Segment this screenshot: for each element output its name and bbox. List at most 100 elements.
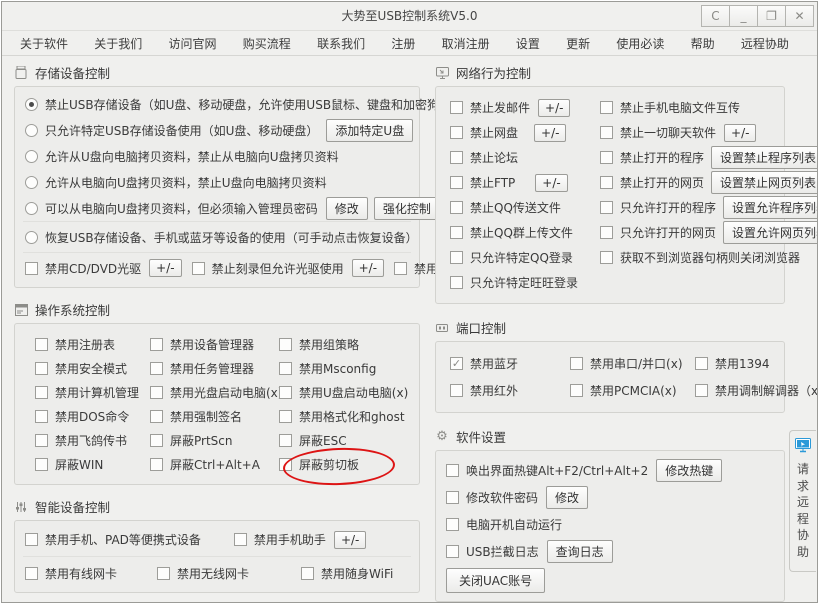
checkbox[interactable] — [450, 126, 463, 139]
add-specific-usb-button[interactable]: 添加特定U盘 — [326, 119, 413, 142]
close-icon[interactable]: ✕ — [785, 5, 814, 27]
checkbox[interactable] — [450, 251, 463, 264]
set-allowed-programs-button[interactable]: 设置允许程序列表 — [723, 196, 818, 219]
checkbox[interactable] — [600, 101, 613, 114]
radio-allow-specific-usb[interactable] — [25, 124, 38, 137]
checkbox[interactable] — [35, 410, 48, 423]
plus-minus-button[interactable]: +/- — [538, 99, 570, 117]
checkbox[interactable] — [35, 362, 48, 375]
checkbox-no-burn-allow-drive[interactable] — [192, 262, 205, 275]
set-allowed-webpages-button[interactable]: 设置允许网页列表 — [723, 221, 818, 244]
radio-copy-with-password[interactable] — [25, 202, 38, 215]
checkbox[interactable] — [150, 386, 163, 399]
remote-assist-label: 请求远程协助 — [796, 461, 810, 560]
checkbox[interactable] — [450, 226, 463, 239]
checkbox-disable-wired-nic[interactable] — [25, 567, 38, 580]
checkbox-disable-cddvd[interactable] — [25, 262, 38, 275]
radio-usb-to-pc-only[interactable] — [25, 150, 38, 163]
checkbox-disable-portable-wifi[interactable] — [301, 567, 314, 580]
menu-purchase[interactable]: 购买流程 — [243, 35, 291, 52]
checkbox-label: 禁止论坛 — [470, 149, 518, 166]
modify-hotkey-button[interactable]: 修改热键 — [656, 459, 722, 482]
menu-update[interactable]: 更新 — [566, 35, 590, 52]
checkbox[interactable] — [450, 176, 463, 189]
checkbox[interactable] — [450, 384, 463, 397]
checkbox-disable-floppy[interactable] — [394, 262, 407, 275]
checkbox-autorun[interactable] — [446, 518, 459, 531]
radio-label: 只允许特定USB存储设备使用（如U盘、移动硬盘） — [45, 122, 318, 139]
menu-help[interactable]: 帮助 — [691, 35, 715, 52]
checkbox[interactable] — [450, 201, 463, 214]
plus-minus-button[interactable]: +/- — [535, 174, 567, 192]
set-blocked-programs-button[interactable]: 设置禁止程序列表 — [711, 146, 818, 169]
checkbox-disable-bluetooth[interactable]: ✓ — [450, 357, 463, 370]
modify-password-button[interactable]: 修改 — [326, 197, 368, 220]
checkbox-disable-wireless-nic[interactable] — [157, 567, 170, 580]
checkbox[interactable] — [150, 458, 163, 471]
checkbox-disable-phone-assistant[interactable] — [234, 533, 247, 546]
checkbox[interactable] — [600, 226, 613, 239]
checkbox-change-password[interactable] — [446, 491, 459, 504]
plus-minus-button[interactable]: +/- — [149, 259, 181, 277]
radio-restore-usb-devices[interactable] — [25, 231, 38, 244]
plus-minus-button[interactable]: +/- — [334, 531, 366, 549]
remote-assist-tab[interactable]: 请求远程协助 — [789, 430, 816, 572]
checkbox[interactable] — [150, 338, 163, 351]
checkbox[interactable] — [600, 151, 613, 164]
query-log-button[interactable]: 查询日志 — [547, 540, 613, 563]
plus-minus-button[interactable]: +/- — [724, 124, 756, 142]
checkbox[interactable] — [35, 338, 48, 351]
checkbox[interactable] — [150, 362, 163, 375]
checkbox-label: 禁止QQ传送文件 — [470, 199, 561, 216]
checkbox[interactable] — [279, 434, 292, 447]
set-blocked-webpages-button[interactable]: 设置禁止网页列表 — [711, 171, 818, 194]
checkbox[interactable] — [695, 357, 708, 370]
menu-remote-assist[interactable]: 远程协助 — [741, 35, 789, 52]
checkbox[interactable] — [150, 434, 163, 447]
checkbox[interactable] — [600, 201, 613, 214]
minimize-icon[interactable]: _ — [729, 5, 758, 27]
menu-register[interactable]: 注册 — [391, 35, 415, 52]
checkbox[interactable] — [600, 126, 613, 139]
checkbox[interactable] — [450, 276, 463, 289]
radio-disable-usb-storage[interactable] — [25, 98, 38, 111]
checkbox[interactable] — [450, 151, 463, 164]
menu-visit-site[interactable]: 访问官网 — [169, 35, 217, 52]
checkbox[interactable] — [570, 357, 583, 370]
checkbox[interactable] — [279, 458, 292, 471]
menu-settings[interactable]: 设置 — [516, 35, 540, 52]
menu-unregister[interactable]: 取消注册 — [442, 35, 490, 52]
checkbox[interactable] — [150, 410, 163, 423]
checkbox[interactable] — [600, 251, 613, 264]
close-uac-button[interactable]: 关闭UAC账号 — [446, 568, 545, 593]
menu-contact[interactable]: 联系我们 — [317, 35, 365, 52]
plus-minus-button[interactable]: +/- — [534, 124, 566, 142]
checkbox-hotkey[interactable] — [446, 464, 459, 477]
refresh-icon[interactable]: C — [701, 5, 730, 27]
checkbox[interactable] — [695, 384, 708, 397]
checkbox[interactable] — [35, 458, 48, 471]
checkbox[interactable] — [600, 176, 613, 189]
checkbox[interactable] — [279, 410, 292, 423]
checkbox[interactable] — [35, 386, 48, 399]
checkbox[interactable] — [450, 101, 463, 114]
checkbox-disable-phone-pad[interactable] — [25, 533, 38, 546]
checkbox[interactable] — [570, 384, 583, 397]
app-window: 大势至USB控制系统V5.0 C _ ❐ ✕ 关于软件 关于我们 访问官网 购买… — [1, 1, 818, 603]
storage-option-row: 恢复USB存储设备、手机或蓝牙等设备的使用（可手动点击恢复设备） — [15, 222, 419, 252]
menu-about-us[interactable]: 关于我们 — [94, 35, 142, 52]
checkbox[interactable] — [279, 386, 292, 399]
checkbox-usb-log[interactable] — [446, 545, 459, 558]
enhanced-control-button[interactable]: 强化控制 — [374, 197, 440, 220]
modify-button[interactable]: 修改 — [546, 486, 588, 509]
maximize-icon[interactable]: ❐ — [757, 5, 786, 27]
checkbox[interactable] — [279, 338, 292, 351]
checkbox[interactable] — [35, 434, 48, 447]
smart-group: 禁用手机、PAD等便携式设备 禁用手机助手 +/- 禁用有线网卡 禁用无线网卡 … — [14, 520, 420, 593]
checkbox[interactable] — [279, 362, 292, 375]
menu-about-software[interactable]: 关于软件 — [20, 35, 68, 52]
menu-readme[interactable]: 使用必读 — [616, 35, 664, 52]
os-checkbox-item: 禁用光盘启动电脑(x) — [150, 380, 279, 404]
plus-minus-button[interactable]: +/- — [352, 259, 384, 277]
radio-pc-to-usb-only[interactable] — [25, 176, 38, 189]
